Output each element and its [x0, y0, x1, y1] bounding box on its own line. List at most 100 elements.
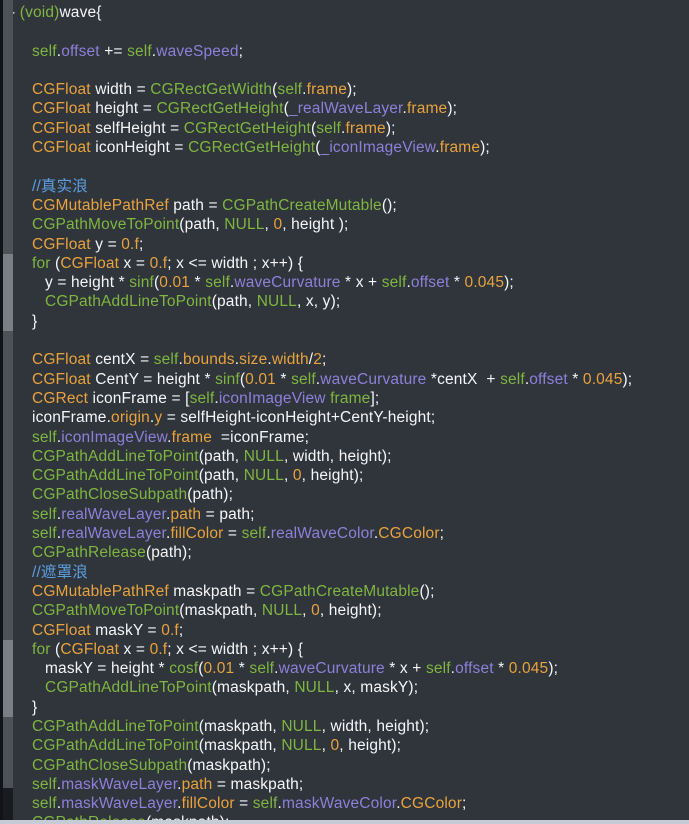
fold-region-indicator[interactable] [3, 640, 13, 717]
code-token-plain: = maskpath; [212, 775, 304, 793]
code-token-plain: (path, [198, 447, 244, 465]
code-line[interactable] [0, 331, 689, 350]
code-line[interactable]: } [0, 312, 689, 331]
code-token-plain: * [190, 274, 206, 292]
code-token-type: CGFloat [32, 235, 91, 253]
code-line[interactable]: //遮罩浪 [0, 563, 689, 582]
code-token-plain: , height); [301, 467, 364, 485]
code-token-plain: * x + [384, 660, 426, 678]
code-line[interactable]: CGPathRelease(path); [0, 543, 689, 562]
code-token-type: CGFloat [32, 139, 91, 157]
code-line[interactable]: for (CGFloat x = 0.f; x <= width ; x++) … [0, 254, 689, 273]
code-token-plain: =iconFrame; [211, 428, 310, 446]
code-line[interactable]: CGPathCloseSubpath(path); [0, 485, 689, 504]
code-token-func: self [32, 795, 57, 813]
code-line[interactable]: CGFloat width = CGRectGetWidth(self.fram… [0, 80, 689, 99]
code-token-plain: x = [119, 640, 150, 658]
code-line[interactable]: y = height * sinf(0.01 * self.waveCurvat… [0, 273, 689, 292]
code-token-plain: ; [178, 621, 184, 639]
code-token-func: self [316, 119, 341, 137]
code-token-plain: ; [462, 795, 467, 813]
code-token-plain: , [302, 602, 312, 620]
code-line[interactable]: self.maskWaveLayer.path = maskpath; [0, 775, 689, 794]
code-token-func: CGRectGetHeight [156, 100, 284, 118]
code-line[interactable]: CGPathMoveToPoint(maskpath, NULL, 0, hei… [0, 601, 689, 620]
code-token-type: CGFloat [32, 119, 91, 137]
code-token-func: CGPathAddLineToPoint [32, 467, 199, 485]
code-line[interactable]: self.offset += self.waveSpeed; [0, 42, 689, 61]
code-line[interactable]: CGPathAddLineToPoint(maskpath, NULL, wid… [0, 717, 689, 736]
code-line[interactable]: iconFrame.origin.y = selfHeight-iconHeig… [0, 408, 689, 427]
code-line[interactable] [0, 61, 689, 80]
code-line[interactable]: CGFloat centX = self.bounds.size.width/2… [0, 350, 689, 369]
code-token-comment: //真实浪 [32, 177, 88, 195]
code-line[interactable] [0, 157, 689, 176]
code-token-plain: = [234, 795, 253, 813]
code-token-plain: (); [419, 582, 435, 600]
code-token-type: CGMutablePathRef [32, 196, 169, 214]
code-token-plain: ); [447, 100, 458, 118]
code-token-type: 0.045 [582, 370, 623, 388]
code-token-func: self [249, 660, 275, 678]
code-token-ivar: offset [529, 370, 568, 388]
code-token-plain: * [449, 274, 465, 292]
code-token-func: self [127, 42, 152, 60]
code-line[interactable]: self.iconImageView.frame =iconFrame; [0, 428, 689, 447]
code-line[interactable]: CGFloat maskY = 0.f; [0, 621, 689, 640]
code-token-func: CGPathAddLineToPoint [32, 447, 199, 465]
code-line[interactable]: maskY = height * cosf(0.01 * self.waveCu… [0, 659, 689, 678]
code-token-plain: , x, y); [296, 293, 341, 311]
code-token-type: 0.f [149, 254, 168, 272]
code-line[interactable]: CGPathAddLineToPoint(maskpath, NULL, 0, … [0, 736, 689, 755]
code-line[interactable]: } [0, 698, 689, 717]
code-line[interactable]: CGPathCloseSubpath(maskpath); [0, 756, 689, 775]
code-line[interactable]: CGMutablePathRef maskpath = CGPathCreate… [0, 582, 689, 601]
code-token-func: (void) [19, 4, 60, 21]
code-token-plain: (maskpath, [198, 737, 282, 755]
code-token-type: fillColor [181, 795, 235, 813]
code-line[interactable]: CGFloat height = CGRectGetHeight(_realWa… [0, 99, 689, 118]
code-token-ivar: iconImageView [218, 389, 326, 407]
code-line[interactable]: CGPathAddLineToPoint(path, NULL, x, y); [0, 292, 689, 311]
code-token-type: CGFloat [60, 640, 120, 658]
code-area[interactable]: - (void)wave{ self.offset += self.waveSp… [0, 3, 689, 824]
code-token-type: CGRect [32, 389, 89, 407]
code-line[interactable]: CGFloat CentY = height * sinf(0.01 * sel… [0, 370, 689, 389]
code-line[interactable]: for (CGFloat x = 0.f; x <= width ; x++) … [0, 640, 689, 659]
code-token-type: 0 [330, 737, 340, 755]
code-line[interactable]: self.maskWaveLayer.fillColor = self.mask… [0, 794, 689, 813]
code-token-ivar: _realWaveLayer [288, 100, 403, 118]
code-line[interactable] [0, 22, 689, 41]
code-token-plain: ); [548, 660, 559, 678]
fold-region-indicator[interactable] [3, 254, 13, 331]
code-token-func: cosf [169, 660, 199, 678]
code-line[interactable]: CGPathAddLineToPoint(path, NULL, 0, heig… [0, 466, 689, 485]
code-line[interactable]: self.realWaveLayer.path = path; [0, 505, 689, 524]
code-line[interactable]: //真实浪 [0, 177, 689, 196]
code-line[interactable]: CGPathAddLineToPoint(path, NULL, width, … [0, 447, 689, 466]
code-token-type: frame [306, 81, 347, 99]
code-token-func: CGPathMoveToPoint [32, 602, 180, 620]
code-token-ivar: realWaveLayer [61, 505, 166, 523]
code-token-func: CGRectGetHeight [183, 119, 311, 137]
fold-ribbon-gutter[interactable] [3, 0, 13, 824]
code-token-type: 0.045 [464, 274, 505, 292]
code-token-plain: iconHeight = [90, 139, 189, 157]
code-line[interactable]: CGRect iconFrame = [self.iconImageView f… [0, 389, 689, 408]
code-token-plain: x = [119, 254, 150, 272]
code-line[interactable]: self.realWaveLayer.fillColor = self.real… [0, 524, 689, 543]
code-line[interactable]: CGFloat selfHeight = CGRectGetHeight(sel… [0, 119, 689, 138]
code-token-plain: (maskpath, [211, 679, 295, 697]
code-line[interactable]: CGMutablePathRef path = CGPathCreateMuta… [0, 196, 689, 215]
code-token-func: CGRectGetWidth [150, 81, 273, 99]
code-line[interactable]: - (void)wave{ [0, 3, 689, 22]
code-line[interactable]: CGFloat iconHeight = CGRectGetHeight(_ic… [0, 138, 689, 157]
code-line[interactable]: CGPathMoveToPoint(path, NULL, 0, height … [0, 215, 689, 234]
code-token-plain: selfHeight = [90, 119, 184, 137]
code-token-func: CGRectGetHeight [188, 139, 316, 157]
code-token-func: CGPathAddLineToPoint [32, 717, 199, 735]
code-line[interactable]: CGFloat y = 0.f; [0, 235, 689, 254]
code-line[interactable]: CGPathAddLineToPoint(maskpath, NULL, x, … [0, 678, 689, 697]
code-token-plain: , [283, 467, 293, 485]
code-token-plain: * [275, 370, 292, 388]
